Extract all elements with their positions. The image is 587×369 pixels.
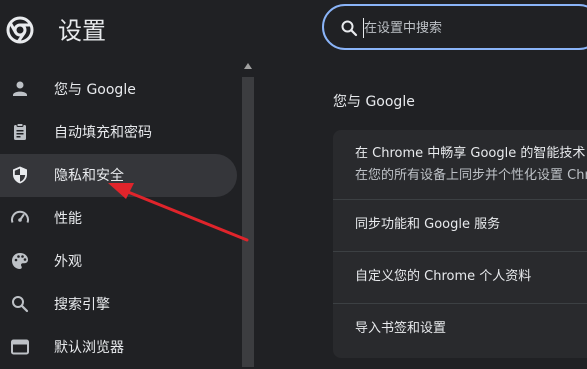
row-label: 自定义您的 Chrome 个人资料 [355, 269, 532, 284]
scroll-thumb[interactable] [242, 77, 254, 367]
sidebar-item-default-browser[interactable]: 默认浏览器 [0, 326, 237, 369]
row-label: 导入书签和设置 [355, 321, 447, 336]
sidebar-item-label: 搜索引擎 [54, 297, 110, 313]
palette-icon [12, 253, 28, 269]
section-title: 您与 Google [333, 94, 415, 110]
sidebar-item-label: 隐私和安全 [54, 168, 124, 184]
sidebar-item-performance[interactable]: 性能 [0, 197, 237, 240]
shield-icon [13, 166, 27, 184]
sidebar-nav: 您与 Google 自动填充和密码 隐私和安全 性能 外观 搜索引擎 默认浏览器 [0, 68, 240, 369]
search-box[interactable] [322, 4, 587, 50]
sidebar-item-autofill[interactable]: 自动填充和密码 [0, 111, 237, 154]
row-label: 同步功能和 Google 服务 [355, 217, 501, 232]
app-header: 设置 [0, 0, 240, 62]
sidebar-item-label: 您与 Google [54, 82, 136, 98]
sidebar-item-privacy-security[interactable]: 隐私和安全 [0, 154, 237, 197]
sidebar-scrollbar[interactable] [240, 59, 256, 367]
settings-row-smart-features[interactable]: 在 Chrome 中畅享 Google 的智能技术 在您的所有设备上同步并个性化… [333, 130, 587, 199]
sidebar-item-you-and-google[interactable]: 您与 Google [0, 68, 237, 111]
search-input[interactable] [364, 16, 584, 40]
sidebar-item-label: 自动填充和密码 [54, 125, 152, 141]
speedometer-icon [11, 210, 29, 223]
row-sublabel: 在您的所有设备上同步并个性化设置 Chrome [355, 168, 587, 183]
sidebar: 设置 您与 Google 自动填充和密码 隐私和安全 性能 外观 搜索引擎 默认… [0, 0, 240, 367]
sidebar-item-appearance[interactable]: 外观 [0, 240, 237, 283]
row-label: 在 Chrome 中畅享 Google 的智能技术 [355, 146, 586, 161]
settings-row-sync[interactable]: 同步功能和 Google 服务 [333, 199, 587, 252]
sidebar-item-search-engine[interactable]: 搜索引擎 [0, 283, 237, 326]
search-icon [341, 20, 358, 37]
sidebar-item-label: 性能 [54, 211, 82, 227]
sidebar-item-label: 外观 [54, 254, 82, 270]
text-caret [363, 18, 364, 38]
settings-card: 在 Chrome 中畅享 Google 的智能技术 在您的所有设备上同步并个性化… [333, 130, 587, 358]
settings-row-profile[interactable]: 自定义您的 Chrome 个人资料 [333, 251, 587, 304]
clipboard-icon [14, 123, 26, 140]
browser-icon [11, 339, 29, 355]
settings-row-import[interactable]: 导入书签和设置 [333, 303, 587, 358]
page-title: 设置 [58, 17, 106, 45]
scroll-up-arrow-icon[interactable] [244, 63, 252, 69]
sidebar-item-label: 默认浏览器 [54, 340, 124, 356]
chrome-logo-icon [6, 16, 34, 44]
person-icon [13, 81, 27, 96]
search-icon [12, 296, 29, 313]
